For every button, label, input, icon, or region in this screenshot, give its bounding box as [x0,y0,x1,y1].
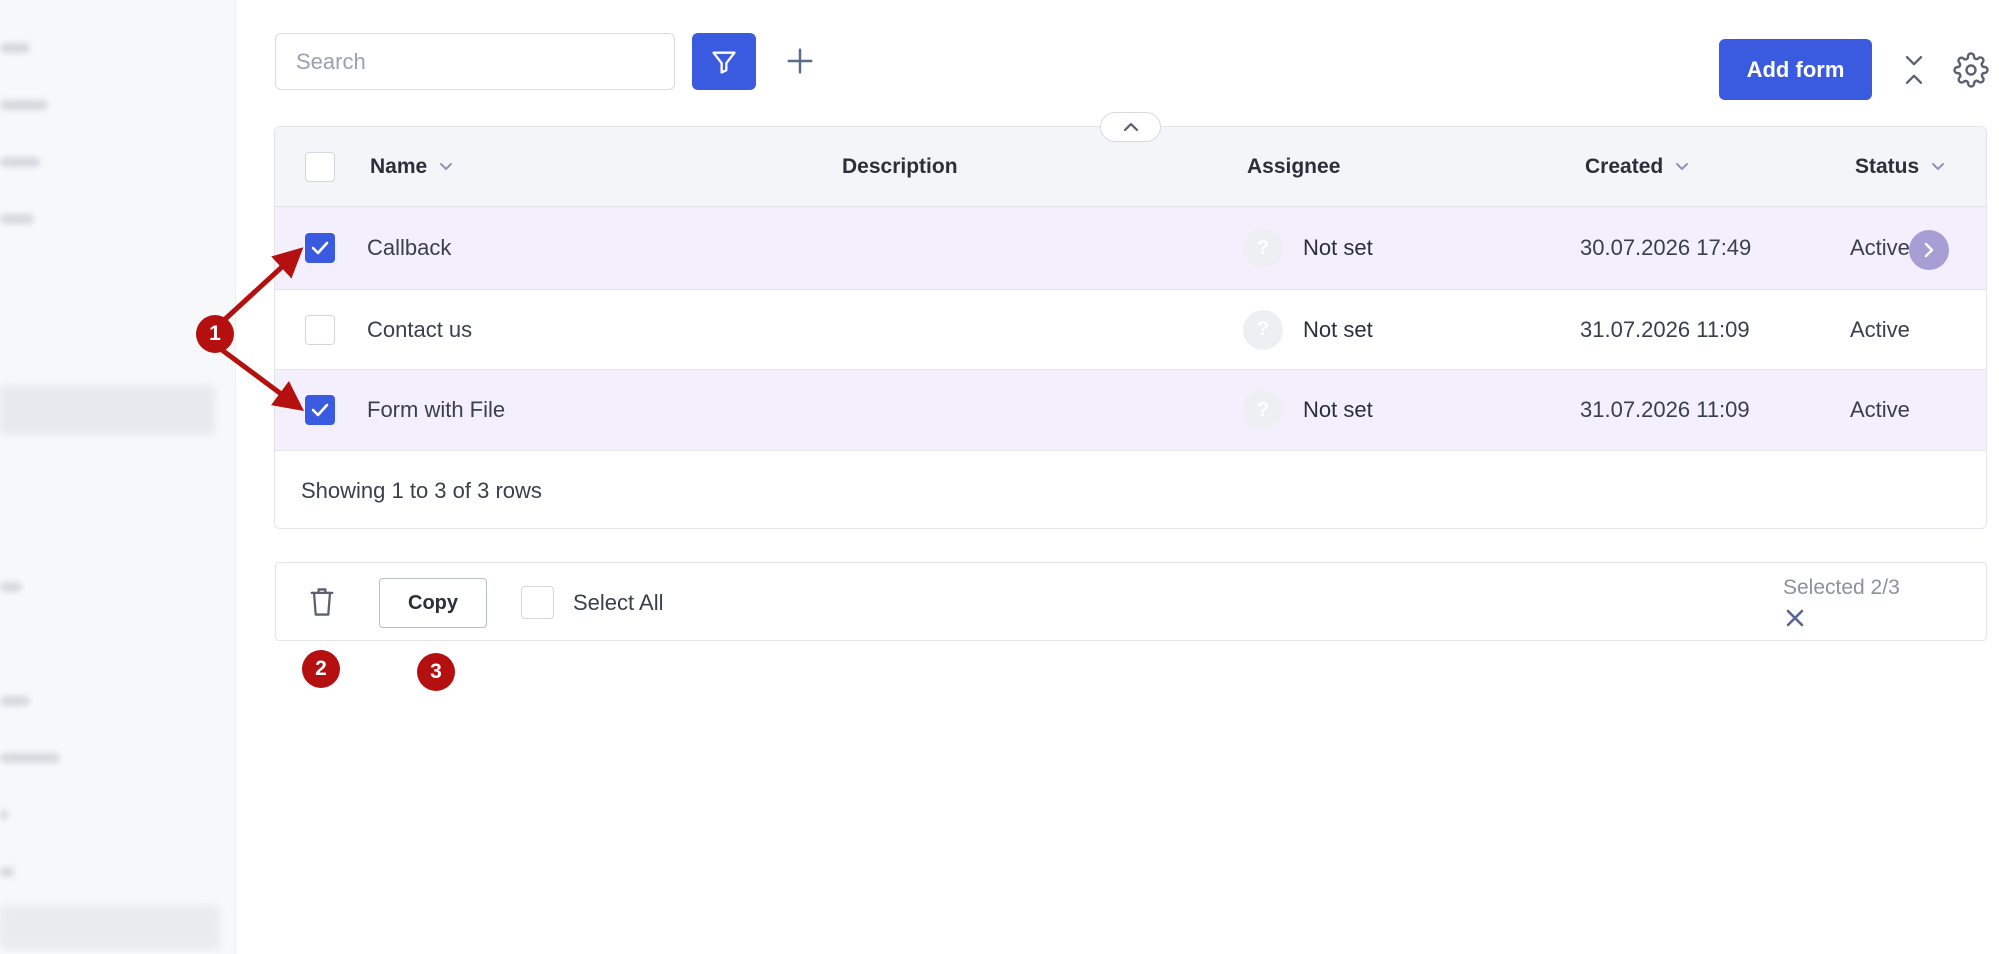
sidebar-item-blurred[interactable] [0,696,30,706]
row-created: 31.07.2026 11:09 [1580,316,1750,342]
chevron-right-icon [1924,242,1934,258]
row-open-button[interactable] [1909,230,1949,270]
row-name[interactable]: Contact us [367,290,472,369]
trash-icon[interactable] [308,586,336,618]
add-button[interactable] [780,38,820,84]
sidebar-item-blurred[interactable] [0,43,30,53]
select-all-checkbox[interactable] [521,586,554,619]
sidebar-item-blurred[interactable] [0,867,14,877]
chevron-down-icon [1676,163,1689,171]
column-header-name[interactable]: Name [370,127,453,207]
select-all-label[interactable]: Select All [573,590,664,616]
sidebar-item-blurred[interactable] [0,582,22,592]
row-created: 31.07.2026 11:09 [1580,397,1750,422]
close-icon[interactable] [1784,607,1806,629]
select-all-header-checkbox[interactable] [305,152,335,182]
column-header-description: Description [842,155,958,178]
check-icon [311,241,329,255]
bulk-actions-bar: Copy Select All Selected 2/3 [275,562,1987,641]
selected-count: Selected 2/3 [1783,576,1900,599]
row-checkbox[interactable] [305,233,335,263]
row-assignee: ? Not set [1243,207,1373,289]
column-header-created[interactable]: Created [1585,127,1689,207]
sidebar-item-bottom[interactable] [0,905,220,950]
sidebar-item-blurred[interactable] [0,100,48,110]
avatar: ? [1243,228,1283,268]
row-status: Active [1850,235,1910,260]
row-created: 30.07.2026 17:49 [1580,235,1752,260]
column-header-assignee: Assignee [1247,155,1341,178]
avatar: ? [1243,390,1283,430]
chevron-up-icon [1123,122,1138,132]
collapse-filters-toggle[interactable] [1100,112,1161,142]
chevron-down-icon [440,163,453,171]
chevron-down-icon [1932,163,1945,171]
row-assignee: ? Not set [1243,370,1373,450]
table-row[interactable]: Callback ? Not set 30.07.2026 17:49 Acti… [275,207,1986,290]
sidebar-item-blurred[interactable] [0,810,8,820]
sidebar [0,0,236,954]
table-row[interactable]: Contact us ? Not set 31.07.2026 11:09 Ac… [275,290,1986,370]
sidebar-item-active[interactable] [0,385,215,435]
row-checkbox[interactable] [305,395,335,425]
collapse-icon[interactable] [1900,52,1928,88]
row-name[interactable]: Callback [367,207,451,289]
table-pagination-info: Showing 1 to 3 of 3 rows [301,478,542,503]
table-row[interactable]: Form with File ? Not set 31.07.2026 11:0… [275,370,1986,451]
page: Add form Name Description Assignee [0,0,1999,954]
row-status: Active [1850,316,1910,342]
sidebar-item-blurred[interactable] [0,157,40,167]
forms-table: Name Description Assignee Created Status [274,126,1987,529]
sidebar-item-blurred[interactable] [0,214,34,224]
row-checkbox[interactable] [305,315,335,345]
annotation-marker-1: 1 [196,315,234,353]
copy-button[interactable]: Copy [379,578,487,628]
row-status: Active [1850,397,1910,422]
filter-icon [712,51,736,74]
column-header-status[interactable]: Status [1855,127,1945,207]
gear-icon[interactable] [1953,52,1989,88]
row-name[interactable]: Form with File [367,370,505,450]
sidebar-item-blurred[interactable] [0,753,60,763]
check-icon [311,403,329,417]
annotation-marker-3: 3 [417,653,455,691]
plus-icon [787,48,813,74]
search-input[interactable] [275,33,675,90]
avatar: ? [1243,309,1283,350]
row-assignee: ? Not set [1243,290,1373,369]
add-form-button[interactable]: Add form [1719,39,1872,100]
annotation-marker-2: 2 [302,650,340,688]
filter-button[interactable] [692,33,756,90]
